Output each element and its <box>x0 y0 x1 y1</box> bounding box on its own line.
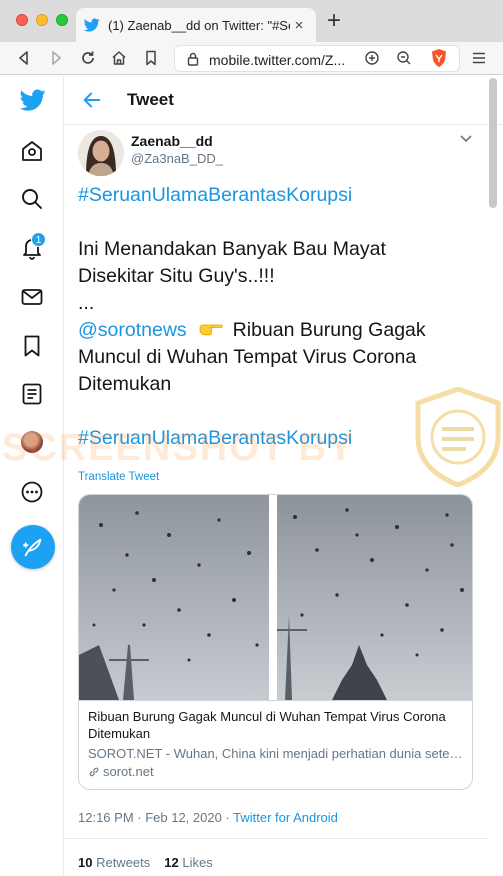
page-header: Tweet <box>64 76 503 125</box>
card-description: SOROT.NET - Wuhan, China kini menjadi pe… <box>88 746 465 761</box>
twitter-page: 1 Tweet Zaenab__dd @Za3naB_DD_ #SeruanUl… <box>0 76 503 876</box>
image-divider <box>269 495 277 700</box>
card-domain: sorot.net <box>88 763 465 780</box>
link-preview-card[interactable]: Ribuan Burung Gagak Muncul di Wuhan Temp… <box>78 494 473 790</box>
hashtag-link-2[interactable]: #SeruanUlamaBerantasKorupsi <box>78 427 352 449</box>
tweet-time-date[interactable]: 12:16 PM · Feb 12, 2020 · <box>78 810 233 825</box>
explore-search-icon[interactable] <box>20 187 44 211</box>
reload-icon[interactable] <box>76 47 100 69</box>
hashtag-link[interactable]: #SeruanUlamaBerantasKorupsi <box>78 184 352 206</box>
forward-icon[interactable] <box>44 47 68 69</box>
crows-photo-right <box>277 495 472 700</box>
tweet-source-link[interactable]: Twitter for Android <box>233 810 338 825</box>
close-window-button[interactable] <box>16 14 28 26</box>
tweet-stats: 10 Retweets 12 Likes <box>78 855 213 870</box>
brave-shield-icon[interactable] <box>427 47 451 69</box>
home-nav-icon[interactable] <box>20 139 44 163</box>
card-title: Ribuan Burung Gagak Muncul di Wuhan Temp… <box>88 709 446 741</box>
mafindo-watermark-seal-icon <box>415 387 501 487</box>
card-domain-text: sorot.net <box>103 764 154 779</box>
back-icon[interactable] <box>12 47 36 69</box>
url-text: mobile.twitter.com/Z... <box>209 52 346 68</box>
compose-tweet-button[interactable] <box>11 525 55 569</box>
card-body: Ribuan Burung Gagak Muncul di Wuhan Temp… <box>79 700 472 789</box>
translate-tweet-link[interactable]: Translate Tweet <box>78 471 159 483</box>
tweet-author-handle[interactable]: @Za3naB_DD_ <box>131 151 223 166</box>
likes-stat[interactable]: 12 Likes <box>164 855 212 870</box>
home-icon[interactable] <box>107 47 131 69</box>
minimize-window-button[interactable] <box>36 14 48 26</box>
crows-photo-left <box>79 495 269 700</box>
compose-feather-icon <box>22 538 42 557</box>
notification-badge: 1 <box>31 232 46 247</box>
browser-titlebar: (1) Zaenab__dd on Twitter: "#Seru × + <box>0 0 503 42</box>
lists-icon[interactable] <box>20 382 44 406</box>
bookmarks-icon[interactable] <box>20 334 44 358</box>
scrollbar[interactable] <box>489 78 497 208</box>
tab-close-icon[interactable]: × <box>290 17 308 34</box>
mention-link[interactable]: @sorotnews <box>78 319 187 341</box>
twitter-favicon-icon <box>84 18 100 32</box>
zoom-out-icon[interactable] <box>392 47 416 69</box>
tweet-body-text: Ini Menandakan Banyak Bau Mayat Disekita… <box>78 238 386 314</box>
retweets-stat[interactable]: 10 Retweets <box>78 855 150 870</box>
divider <box>64 838 489 839</box>
tweet-author-name[interactable]: Zaenab__dd <box>131 133 213 149</box>
profile-avatar[interactable] <box>21 431 43 453</box>
link-icon <box>89 767 99 776</box>
back-arrow-icon[interactable] <box>81 89 103 111</box>
browser-toolbar: mobile.twitter.com/Z... <box>0 42 503 75</box>
more-options-icon[interactable] <box>20 480 44 504</box>
lock-icon <box>187 52 199 66</box>
messages-mail-icon[interactable] <box>20 285 44 309</box>
tab-title: (1) Zaenab__dd on Twitter: "#Seru <box>108 17 290 33</box>
tweet-author-avatar[interactable] <box>78 130 124 176</box>
bookmark-icon[interactable] <box>139 47 163 69</box>
card-image <box>79 495 472 700</box>
chevron-down-icon[interactable] <box>459 134 473 144</box>
tweet: Zaenab__dd @Za3naB_DD_ #SeruanUlamaBeran… <box>2 125 501 876</box>
tweet-headline-start: Ribuan Burung Gagak <box>232 319 426 341</box>
browser-tab[interactable]: (1) Zaenab__dd on Twitter: "#Seru × <box>76 8 316 42</box>
menu-icon[interactable] <box>467 47 491 69</box>
address-bar[interactable]: mobile.twitter.com/Z... <box>174 45 460 72</box>
pointing-hand-emoji-icon <box>199 324 223 336</box>
page-title: Tweet <box>127 90 174 109</box>
twitter-logo-icon[interactable] <box>19 87 47 113</box>
new-tab-button[interactable]: + <box>322 9 346 34</box>
maximize-window-button[interactable] <box>56 14 68 26</box>
tweet-timestamp: 12:16 PM · Feb 12, 2020 · Twitter for An… <box>78 810 338 825</box>
zoom-in-icon[interactable] <box>360 47 384 69</box>
sidebar-nav: 1 <box>0 76 64 876</box>
